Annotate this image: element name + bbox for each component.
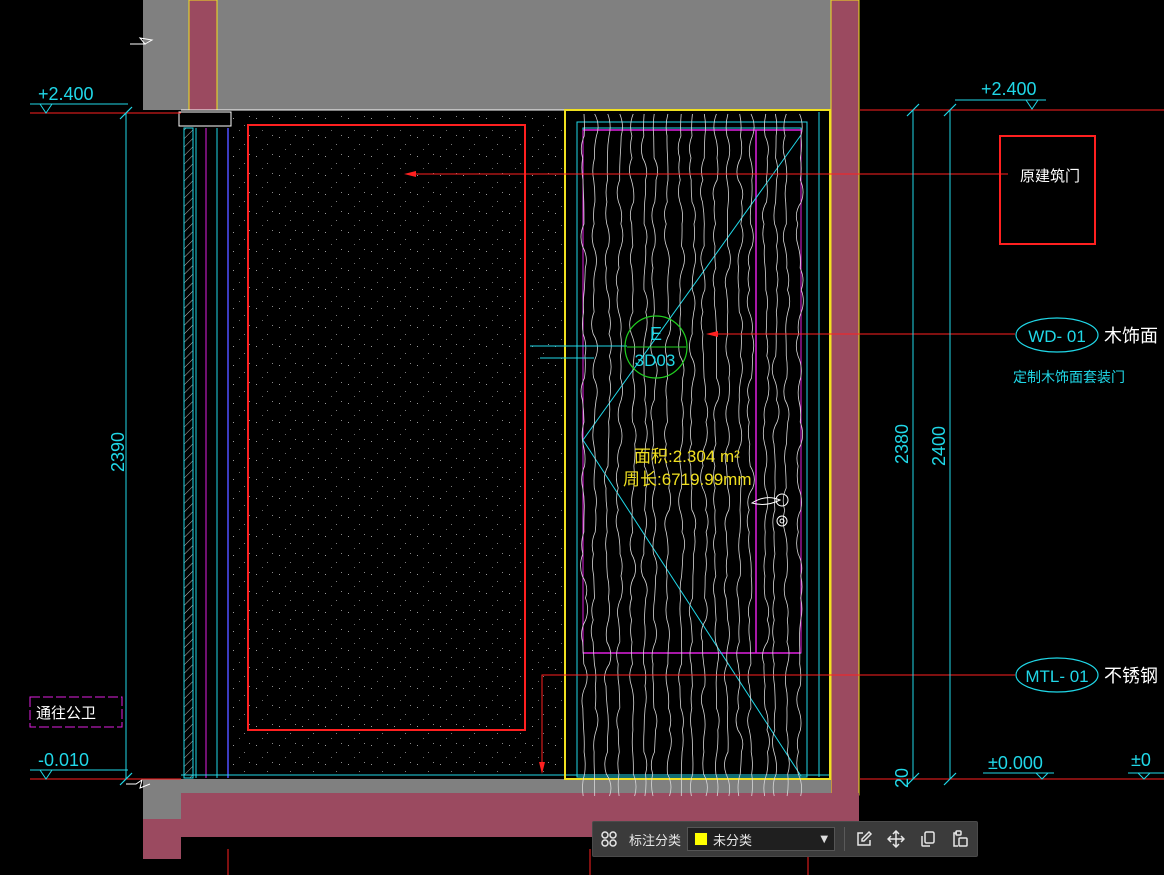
wood-grain-line <box>746 113 755 797</box>
svg-text:+2.400: +2.400 <box>38 84 94 104</box>
partition-hatch <box>183 127 194 779</box>
left-wall-column <box>188 0 218 111</box>
category-selected-value: 未分类 <box>713 833 753 849</box>
wood-grain-line <box>615 113 624 797</box>
wood-grain-line <box>782 113 791 797</box>
material-wd-name: 木饰面 <box>1104 326 1158 346</box>
wood-grain-line <box>604 113 612 797</box>
level-marker-bottom-left: -0.010 <box>30 750 128 780</box>
left-lower-wall <box>143 819 181 859</box>
annotation-category-label: 标注分类 <box>629 833 682 849</box>
svg-text:±0: ±0 <box>1131 750 1151 770</box>
material-wd-desc: 定制木饰面套装门 <box>1013 369 1125 385</box>
ceiling-slab <box>143 0 859 110</box>
level-marker-bottom-right: ±0.000 <box>983 753 1054 780</box>
annotation-toolbar: 标注分类 未分类 ▼ <box>592 821 978 857</box>
right-small-dim: 20 <box>892 768 912 788</box>
paste-icon[interactable] <box>944 822 976 856</box>
level-marker-top-left: +2.400 <box>30 84 128 114</box>
wood-grain-line <box>771 113 780 797</box>
partition-top-cap <box>178 111 232 127</box>
cad-drawing-canvas[interactable]: E 3D03 面积:2.304 m² 周长:6719.99mm 原建筑门 WD-… <box>0 0 1164 875</box>
right-inner-dim: 2380 <box>892 424 912 464</box>
copy-icon[interactable] <box>912 822 944 856</box>
room-label: 通往公卫 <box>36 705 96 722</box>
door-handle <box>750 493 789 527</box>
wood-grain-line <box>762 113 770 797</box>
wood-grain-line <box>580 113 588 797</box>
wood-grain-line <box>795 113 804 797</box>
level-marker-far-right: ±0 <box>1128 750 1164 780</box>
grid-icon[interactable] <box>593 822 625 856</box>
leader-arrow-icon <box>706 331 718 337</box>
material-tag-mtl-text: MTL- 01 <box>1025 667 1088 686</box>
perimeter-label: 周长:6719.99mm <box>623 470 752 489</box>
area-label: 面积:2.304 m² <box>634 447 740 466</box>
speckle-field <box>232 112 562 774</box>
material-mtl-name: 不锈钢 <box>1104 666 1158 686</box>
right-outer-dim: 2400 <box>929 426 949 466</box>
level-marker-top-right: +2.400 <box>955 79 1046 110</box>
right-wall <box>830 0 860 796</box>
toolbar-divider <box>844 827 846 851</box>
existing-door-callout-text: 原建筑门 <box>1020 168 1080 185</box>
svg-text:-0.010: -0.010 <box>38 750 89 770</box>
annotation-category-select[interactable]: 未分类 ▼ <box>687 827 836 851</box>
floor-slab <box>176 779 831 793</box>
svg-text:+2.400: +2.400 <box>981 79 1037 99</box>
existing-door-callout-box[interactable] <box>999 135 1096 245</box>
category-color-swatch <box>694 832 709 846</box>
svg-text:±0.000: ±0.000 <box>988 753 1043 773</box>
edit-icon[interactable] <box>848 822 880 856</box>
section-tag-number: 3D03 <box>635 351 676 370</box>
left-height-dim: 2390 <box>108 432 128 472</box>
move-icon[interactable] <box>880 822 912 856</box>
section-tag-letter: E <box>650 324 662 344</box>
material-tag-wd-text: WD- 01 <box>1028 327 1086 346</box>
chevron-down-icon: ▼ <box>820 833 829 845</box>
